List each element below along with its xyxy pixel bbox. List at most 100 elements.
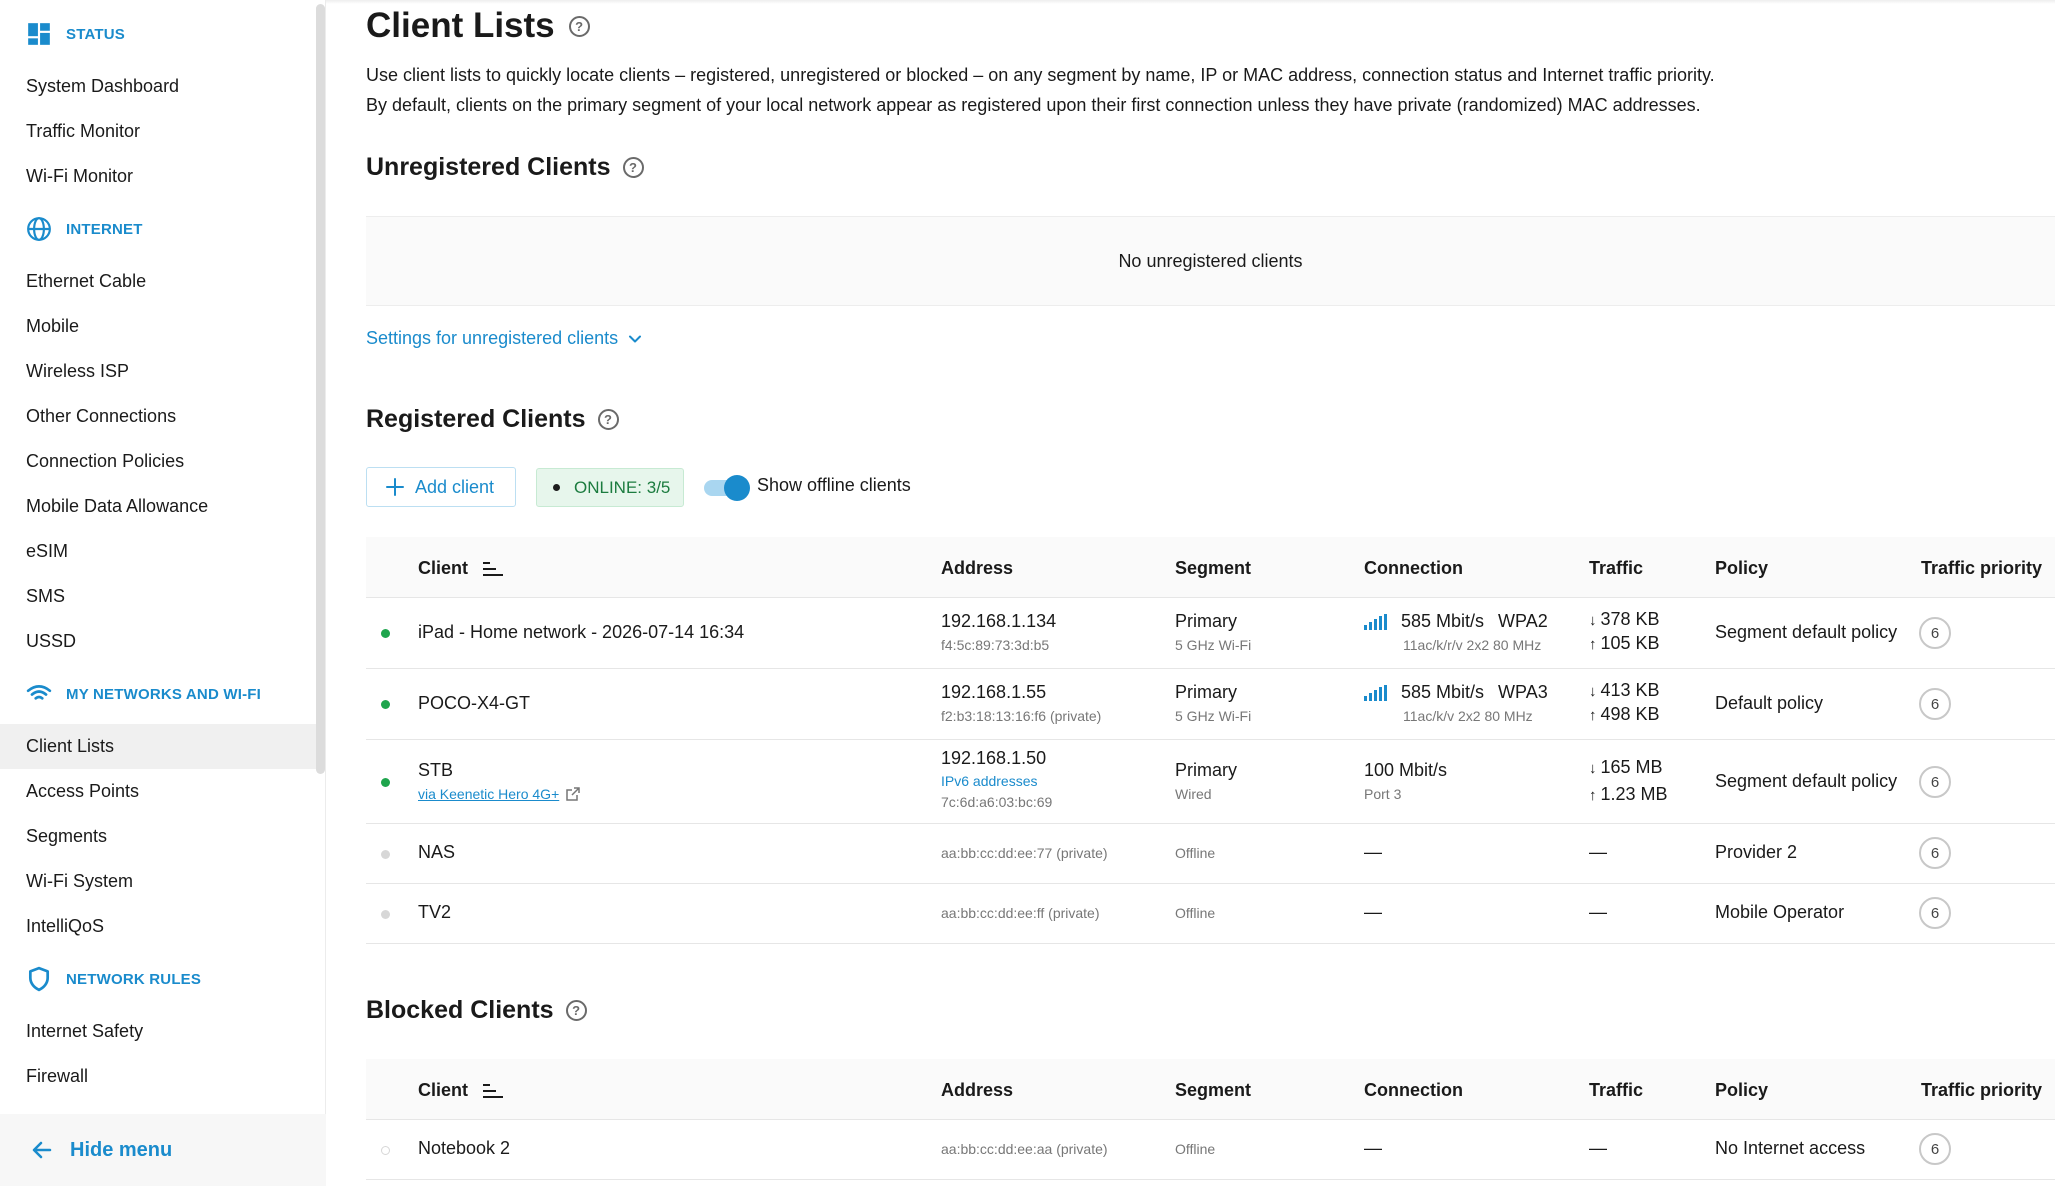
client-name[interactable]: iPad - Home network - 2026-07-14 16:34 — [418, 622, 744, 643]
traffic-priority-badge[interactable]: 6 — [1919, 688, 1951, 720]
registered-clients-title: Registered Clients ? — [366, 405, 619, 434]
online-count-badge[interactable]: ONLINE: 3/5 — [536, 468, 684, 507]
client-policy[interactable]: Segment default policy — [1715, 622, 1897, 643]
column-header-segment: Segment — [1175, 558, 1252, 578]
column-header-client[interactable]: Client — [418, 1080, 504, 1101]
arrow-up-icon: ↑ — [1589, 636, 1597, 653]
help-icon[interactable]: ? — [565, 1000, 587, 1021]
sidebar-item-mobile-data-allowance[interactable]: Mobile Data Allowance — [0, 484, 316, 529]
connection-details: 11ac/k/r/v 2x2 80 MHz — [1403, 637, 1542, 653]
traffic-priority-badge[interactable]: 6 — [1919, 1133, 1951, 1165]
show-offline-toggle[interactable] — [704, 475, 750, 501]
client-name[interactable]: STB — [418, 760, 453, 781]
table-row[interactable]: iPad - Home network - 2026-07-14 16:34 1… — [366, 598, 2055, 669]
table-row[interactable]: TV2 aa:bb:cc:dd:ee:ff (private) Offline … — [366, 884, 2055, 944]
sidebar-item-internet-safety[interactable]: Internet Safety — [0, 1009, 316, 1054]
sidebar-section-my-networks[interactable]: MY NETWORKS AND WI-FI — [26, 679, 261, 709]
signal-strength-icon — [1364, 684, 1387, 701]
offline-status-dot — [381, 850, 390, 859]
table-row[interactable]: Notebook 2 aa:bb:cc:dd:ee:aa (private) O… — [366, 1120, 2055, 1180]
column-header-policy: Policy — [1715, 1080, 1769, 1100]
arrow-up-icon: ↑ — [1589, 787, 1597, 804]
traffic-priority-badge[interactable]: 6 — [1919, 897, 1951, 929]
sidebar-item-connection-policies[interactable]: Connection Policies — [0, 439, 316, 484]
client-name[interactable]: POCO-X4-GT — [418, 693, 530, 714]
sidebar-item-access-points[interactable]: Access Points — [0, 769, 316, 814]
add-client-button[interactable]: Add client — [366, 467, 516, 507]
sidebar-item-system-dashboard[interactable]: System Dashboard — [0, 64, 316, 109]
sidebar-item-segments[interactable]: Segments — [0, 814, 316, 859]
ipv6-addresses-link[interactable]: IPv6 addresses — [941, 773, 1038, 789]
client-name[interactable]: TV2 — [418, 902, 451, 923]
sidebar-item-sms[interactable]: SMS — [0, 574, 316, 619]
column-header-segment: Segment — [1175, 1080, 1252, 1100]
client-connection: 585 Mbit/s WPA3 — [1364, 682, 1548, 703]
traffic-down-value: 378 KB — [1600, 609, 1660, 629]
sidebar-item-mobile[interactable]: Mobile — [0, 304, 316, 349]
traffic-priority-badge[interactable]: 6 — [1919, 766, 1951, 798]
client-mac: 7c:6d:a6:03:bc:69 — [941, 794, 1053, 810]
signal-strength-icon — [1364, 613, 1387, 630]
table-row[interactable]: NAS aa:bb:cc:dd:ee:77 (private) Offline … — [366, 824, 2055, 884]
help-icon[interactable]: ? — [597, 409, 619, 430]
table-row[interactable]: POCO-X4-GT 192.168.1.55 f2:b3:18:13:16:f… — [366, 669, 2055, 740]
help-icon[interactable]: ? — [568, 15, 590, 37]
show-offline-label: Show offline clients — [757, 475, 911, 495]
client-mac: f2:b3:18:13:16:f6 (private) — [941, 708, 1102, 724]
sidebar-item-traffic-monitor[interactable]: Traffic Monitor — [0, 109, 316, 154]
dashboard-icon — [28, 23, 50, 45]
client-name[interactable]: Notebook 2 — [418, 1138, 510, 1159]
sidebar-item-wifi-system[interactable]: Wi-Fi System — [0, 859, 316, 904]
sort-icon[interactable] — [482, 561, 504, 577]
sidebar-item-ussd[interactable]: USSD — [0, 619, 316, 664]
unregistered-settings-link[interactable]: Settings for unregistered clients — [366, 328, 642, 349]
sidebar-item-firewall[interactable]: Firewall — [0, 1054, 316, 1099]
section-title-text: Unregistered Clients — [366, 153, 611, 181]
sort-icon[interactable] — [482, 1083, 504, 1099]
traffic-up: ↑ 498 KB — [1589, 704, 1660, 725]
sidebar-section-status[interactable]: STATUS — [26, 19, 125, 49]
help-icon[interactable]: ? — [622, 157, 644, 178]
traffic-up: ↑ 1.23 MB — [1589, 784, 1668, 805]
page-description-2: By default, clients on the primary segme… — [366, 95, 1701, 115]
sidebar-item-esim[interactable]: eSIM — [0, 529, 316, 574]
column-header-client[interactable]: Client — [418, 558, 504, 579]
client-segment-type: Offline — [1175, 905, 1216, 921]
sidebar-item-other-connections[interactable]: Other Connections — [0, 394, 316, 439]
page-description-1: Use client lists to quickly locate clien… — [366, 65, 1715, 85]
client-segment-type: Offline — [1175, 845, 1216, 861]
sidebar-section-label: NETWORK RULES — [66, 970, 202, 988]
unregistered-empty-state: No unregistered clients — [366, 216, 2055, 306]
sidebar-item-ethernet-cable[interactable]: Ethernet Cable — [0, 259, 316, 304]
client-ip: 192.168.1.134 — [941, 611, 1057, 631]
sidebar-item-client-lists[interactable]: Client Lists — [0, 724, 316, 769]
client-policy[interactable]: Mobile Operator — [1715, 902, 1844, 923]
client-policy[interactable]: Provider 2 — [1715, 842, 1797, 863]
wifi-icon — [26, 685, 52, 700]
traffic-priority-badge[interactable]: 6 — [1919, 837, 1951, 869]
section-title-text: Blocked Clients — [366, 996, 554, 1024]
column-header-address: Address — [941, 1080, 1014, 1100]
table-row[interactable]: STB via Keenetic Hero 4G+ 192.168.1.50 I… — [366, 740, 2055, 824]
column-header-policy: Policy — [1715, 558, 1769, 578]
shield-icon — [28, 966, 50, 992]
online-count-text: ONLINE: 3/5 — [574, 477, 671, 497]
client-policy[interactable]: Segment default policy — [1715, 771, 1897, 792]
sidebar-item-wireless-isp[interactable]: Wireless ISP — [0, 349, 316, 394]
connection-security: WPA2 — [1498, 611, 1548, 631]
sidebar-section-internet[interactable]: INTERNET — [26, 214, 143, 244]
traffic-priority-badge[interactable]: 6 — [1919, 617, 1951, 649]
client-segment-type: Offline — [1175, 1141, 1216, 1157]
page-title-text: Client Lists — [366, 6, 555, 45]
column-header-label: Client — [418, 1080, 469, 1100]
client-policy[interactable]: Default policy — [1715, 693, 1823, 714]
sidebar-section-network-rules[interactable]: NETWORK RULES — [26, 964, 201, 994]
sidebar-scrollbar[interactable] — [316, 4, 325, 774]
client-name[interactable]: NAS — [418, 842, 455, 863]
hide-menu-button[interactable]: Hide menu — [0, 1114, 326, 1186]
sidebar-item-wifi-monitor[interactable]: Wi-Fi Monitor — [0, 154, 316, 199]
client-policy[interactable]: No Internet access — [1715, 1138, 1865, 1159]
via-link[interactable]: via Keenetic Hero 4G+ — [418, 786, 581, 802]
sidebar-item-intelliqos[interactable]: IntelliQoS — [0, 904, 316, 949]
client-traffic: — — [1589, 842, 1607, 862]
